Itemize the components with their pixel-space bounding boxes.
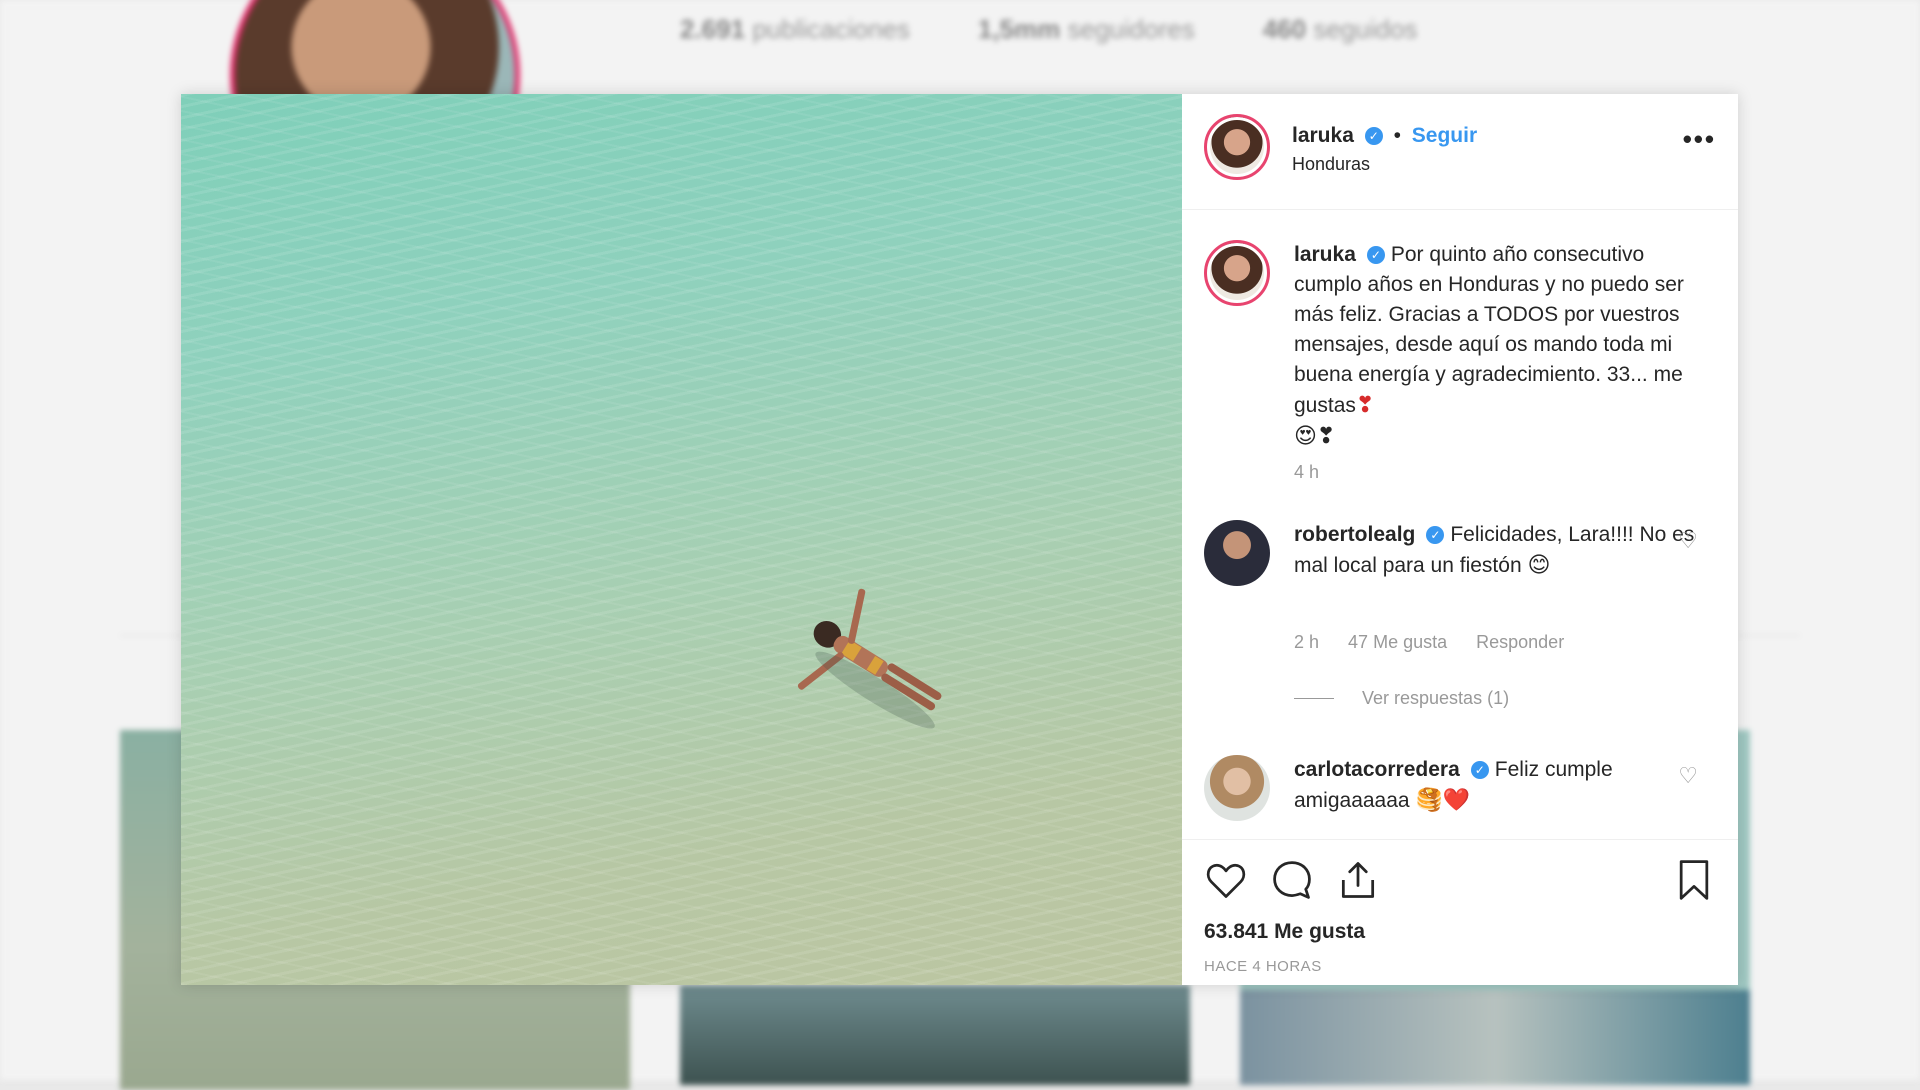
- comment-like-heart-icon[interactable]: ♡: [1678, 763, 1698, 789]
- caption-body: Por quinto año consecutivo cumplo años e…: [1294, 243, 1684, 417]
- follow-button[interactable]: Seguir: [1412, 124, 1477, 147]
- view-replies-button[interactable]: Ver respuestas (1): [1294, 688, 1509, 709]
- heart-exclamation-emoji: ❣: [1355, 392, 1375, 417]
- post-header: laruka ✓ • Seguir Honduras •••: [1182, 94, 1738, 210]
- view-replies-label: Ver respuestas (1): [1362, 688, 1510, 708]
- caption-text: laruka ✓ Por quinto año consecutivo cumplo…: [1294, 240, 1699, 452]
- author-line: laruka ✓ • Seguir: [1292, 124, 1477, 148]
- comment-like-heart-icon[interactable]: ♡: [1678, 528, 1698, 554]
- comment-avatar[interactable]: [1204, 755, 1270, 821]
- pancake-heart-emoji: 🥞❤️: [1415, 787, 1471, 812]
- verified-badge-icon: ✓: [1470, 761, 1489, 780]
- separator-dot: •: [1393, 124, 1401, 147]
- comment-text: robertolealg ✓ Felicidades, Lara!!!! No es…: [1294, 520, 1699, 581]
- post-modal: laruka ✓ • Seguir Honduras ••• laruka ✓ Po…: [181, 94, 1738, 985]
- like-heart-icon[interactable]: [1204, 858, 1248, 902]
- stat-followers: 1,5mm seguidores: [977, 14, 1195, 44]
- likes-count[interactable]: 63.841 Me gusta: [1204, 920, 1365, 944]
- caption-avatar[interactable]: [1204, 240, 1270, 306]
- comments-section[interactable]: laruka ✓ Por quinto año consecutivo cumplo…: [1182, 210, 1738, 839]
- comment-avatar[interactable]: [1204, 520, 1270, 586]
- post-timestamp: HACE 4 HORAS: [1204, 958, 1322, 975]
- bookmark-icon[interactable]: [1672, 858, 1716, 902]
- post-photo[interactable]: [181, 94, 1182, 985]
- caption-time[interactable]: 4 h: [1294, 462, 1319, 483]
- share-icon[interactable]: [1336, 858, 1380, 902]
- comment-username[interactable]: carlotacorredera: [1294, 758, 1460, 781]
- comment-text: carlotacorredera ✓ Feliz cumple amigaaaaaa…: [1294, 755, 1699, 816]
- post-sidebar: laruka ✓ • Seguir Honduras ••• laruka ✓ Po…: [1182, 94, 1738, 985]
- post-location[interactable]: Honduras: [1292, 154, 1370, 175]
- caption-username[interactable]: laruka: [1294, 243, 1356, 266]
- stat-following: 460 seguidos: [1262, 14, 1418, 44]
- comment-reply-button[interactable]: Responder: [1476, 632, 1564, 652]
- post-footer: 63.841 Me gusta HACE 4 HORAS: [1182, 839, 1738, 985]
- verified-badge-icon: ✓: [1426, 526, 1445, 545]
- background-post-thumbnail: [1240, 985, 1750, 1085]
- comment-username[interactable]: robertolealg: [1294, 523, 1415, 546]
- stat-posts: 2.691 publicaciones: [680, 14, 910, 44]
- action-bar: [1204, 858, 1716, 908]
- author-username[interactable]: laruka: [1292, 124, 1354, 147]
- verified-badge-icon: ✓: [1366, 246, 1385, 265]
- background-post-thumbnail: [680, 985, 1190, 1085]
- comment-meta: 2 h 47 Me gusta Responder: [1294, 632, 1588, 653]
- replies-divider-line: [1294, 698, 1334, 699]
- comment-time[interactable]: 2 h: [1294, 632, 1319, 652]
- author-avatar[interactable]: [1204, 114, 1270, 180]
- more-options-icon[interactable]: •••: [1683, 124, 1716, 155]
- background-profile-stats: 2.691 publicaciones 1,5mm seguidores 460…: [680, 14, 1417, 45]
- comment-likes[interactable]: 47 Me gusta: [1348, 632, 1447, 652]
- verified-badge-icon: ✓: [1364, 127, 1383, 146]
- caption-emoji-line: 😍❣: [1294, 423, 1336, 448]
- swimmer-figure: [797, 588, 942, 729]
- comment-bubble-icon[interactable]: [1270, 858, 1314, 902]
- smile-emoji: 😊: [1527, 552, 1551, 577]
